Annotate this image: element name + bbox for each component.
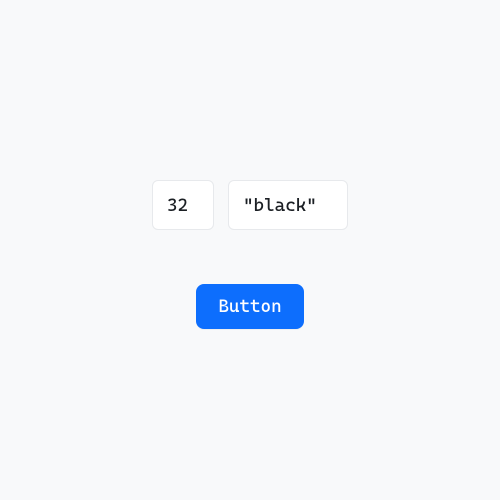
color-input[interactable] <box>228 180 348 230</box>
inputs-row <box>152 180 348 230</box>
number-input[interactable] <box>152 180 214 230</box>
primary-button[interactable]: Button <box>196 284 303 329</box>
